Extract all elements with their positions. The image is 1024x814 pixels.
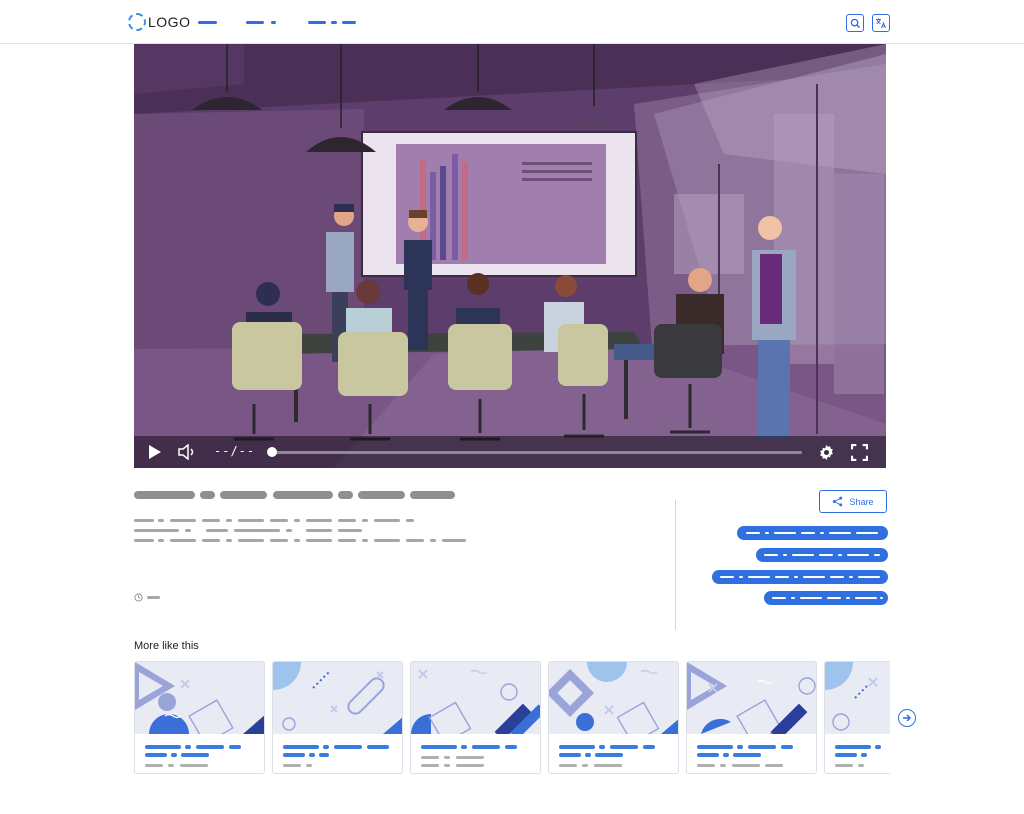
share-label: Share [849, 496, 874, 507]
logo-text: LOGO [148, 14, 191, 30]
recommendation-card[interactable] [548, 661, 679, 774]
card-thumbnail [687, 662, 816, 734]
card-thumbnail [825, 662, 890, 734]
recommendation-card[interactable] [824, 661, 890, 774]
top-header: LOGO [0, 0, 1024, 44]
nav-item-3-end [342, 21, 356, 24]
tag-pill[interactable] [737, 526, 888, 540]
video-player[interactable]: --/-- [134, 44, 886, 468]
nav-item-3-mid [331, 21, 337, 24]
settings-button[interactable] [818, 444, 835, 466]
logo-mark [128, 13, 146, 31]
tag-pill[interactable] [712, 570, 888, 584]
search-button[interactable] [846, 14, 864, 32]
card-thumbnail [549, 662, 678, 734]
clock-icon [134, 593, 143, 602]
fullscreen-button[interactable] [851, 444, 868, 466]
fullscreen-icon [851, 444, 868, 461]
nav-item-1[interactable] [198, 21, 217, 24]
recommendation-card[interactable] [686, 661, 817, 774]
more-like-this-heading: More like this [134, 640, 199, 652]
tag-pill[interactable] [764, 591, 888, 605]
logo[interactable]: LOGO [128, 11, 190, 33]
nav-item-3[interactable] [308, 21, 326, 24]
volume-button[interactable] [178, 443, 198, 465]
column-divider [675, 500, 676, 630]
volume-icon [178, 443, 194, 461]
share-icon [833, 496, 843, 507]
nav-item-2-suffix [271, 21, 276, 24]
tag-pill[interactable] [756, 548, 888, 562]
nav-item-2[interactable] [246, 21, 264, 24]
card-thumbnail [411, 662, 540, 734]
carousel-next-button[interactable] [898, 709, 916, 727]
translate-icon [876, 18, 886, 29]
play-button[interactable] [147, 444, 163, 465]
translate-button[interactable] [872, 14, 890, 32]
share-button[interactable]: Share [819, 490, 887, 513]
video-thumbnail-illustration [134, 44, 886, 468]
card-thumbnail [135, 662, 264, 734]
settings-icon [820, 444, 833, 461]
recommendation-card[interactable] [134, 661, 265, 774]
progress-bar[interactable] [267, 447, 802, 457]
time-display: --/-- [214, 444, 256, 458]
recommendation-card[interactable] [410, 661, 541, 774]
recommendation-carousel [134, 661, 890, 776]
card-thumbnail [273, 662, 402, 734]
progress-handle[interactable] [267, 447, 277, 457]
search-icon [850, 18, 860, 28]
play-icon [149, 445, 161, 459]
video-controls: --/-- [134, 436, 886, 468]
arrow-right-icon [903, 714, 912, 722]
recommendation-card[interactable] [272, 661, 403, 774]
